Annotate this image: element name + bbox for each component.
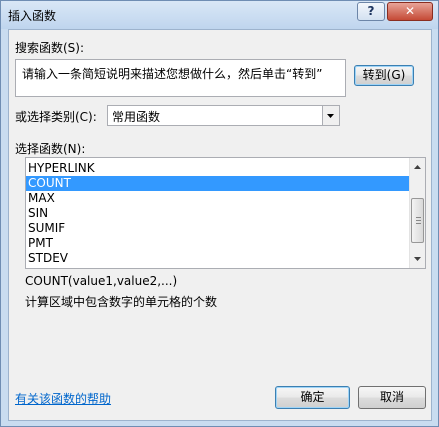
function-list-label: 选择函数(N):: [15, 142, 86, 156]
list-item[interactable]: SUMIF: [26, 221, 409, 236]
list-item[interactable]: MAX: [26, 191, 409, 206]
list-item[interactable]: STDEV: [26, 251, 409, 266]
search-label: 搜索函数(S):: [15, 41, 85, 55]
title-bar: 插入函数 ? ✕: [1, 1, 438, 29]
thumb-grip: [416, 223, 421, 224]
function-list: HYPERLINK COUNT MAX SIN SUMIF PMT STDEV: [26, 161, 409, 266]
list-item[interactable]: HYPERLINK: [26, 161, 409, 176]
cancel-button[interactable]: 取消: [358, 386, 426, 409]
scroll-down-arrow-icon[interactable]: [410, 252, 425, 266]
thumb-grip: [416, 220, 421, 221]
go-button[interactable]: 转到(G): [354, 65, 414, 86]
category-label: 或选择类别(C):: [15, 110, 97, 124]
scroll-up-arrow-icon[interactable]: [410, 160, 425, 174]
list-item[interactable]: PMT: [26, 236, 409, 251]
search-input-text: 请输入一条简短说明来描述您想做什么，然后单击“转到”: [22, 67, 323, 81]
dialog-title: 插入函数: [8, 9, 57, 23]
function-signature: COUNT(value1,value2,...): [25, 274, 178, 288]
ok-button[interactable]: 确定: [275, 386, 350, 409]
close-button[interactable]: ✕: [387, 2, 433, 21]
search-input[interactable]: 请输入一条简短说明来描述您想做什么，然后单击“转到”: [15, 59, 346, 97]
scroll-thumb[interactable]: [411, 198, 424, 243]
list-item[interactable]: SIN: [26, 206, 409, 221]
combo-arrow-button[interactable]: [322, 106, 339, 125]
category-selected-value: 常用函数: [112, 110, 161, 124]
help-button[interactable]: ?: [357, 2, 385, 21]
category-select[interactable]: 常用函数: [107, 105, 340, 126]
function-description: 计算区域中包含数字的单元格的个数: [25, 295, 218, 309]
thumb-grip: [416, 217, 421, 218]
list-scrollbar[interactable]: [409, 158, 425, 268]
list-item-selected[interactable]: COUNT: [26, 176, 409, 191]
insert-function-dialog: 插入函数 ? ✕ 搜索函数(S): 请输入一条简短说明来描述您想做什么，然后单击…: [0, 0, 439, 427]
function-help-link[interactable]: 有关该函数的帮助: [15, 390, 111, 407]
dropdown-arrow-icon: [327, 114, 334, 118]
function-listbox[interactable]: HYPERLINK COUNT MAX SIN SUMIF PMT STDEV: [25, 157, 426, 269]
dialog-body: 搜索函数(S): 请输入一条简短说明来描述您想做什么，然后单击“转到” 转到(G…: [8, 29, 432, 421]
